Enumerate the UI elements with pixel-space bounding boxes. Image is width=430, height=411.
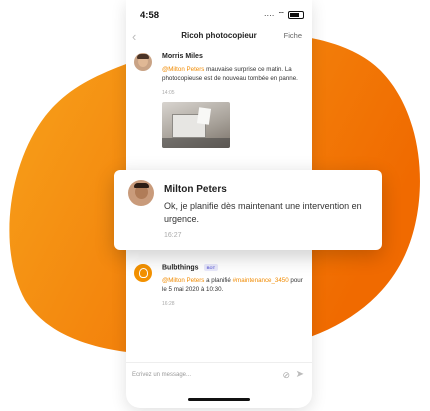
message-time: 16:27 xyxy=(164,232,182,239)
nav-bar: ‹ Ricoh photocopieur Fiche xyxy=(126,27,312,47)
attached-photo[interactable] xyxy=(162,102,230,148)
message-time: 16:28 xyxy=(162,301,175,308)
status-time: 4:58 xyxy=(140,10,160,21)
message-composer[interactable]: Ecrivez un message... ⊘ ➤ xyxy=(126,362,312,389)
message-text: @Milton Peters mauvaise surprise ce mati… xyxy=(162,66,298,82)
message-item: Bulbthings BOT @Milton Peters a planifié … xyxy=(134,264,306,324)
message-text: @Milton Peters a planifié #maintenance_3… xyxy=(162,277,303,294)
message-input[interactable]: Ecrivez un message... xyxy=(132,372,191,378)
paperclip-icon[interactable]: ⊘ xyxy=(282,370,290,381)
home-indicator xyxy=(188,398,250,401)
battery-icon xyxy=(288,11,304,19)
message-author: Milton Peters xyxy=(164,184,227,195)
avatar xyxy=(128,180,154,206)
signal-icon: ···· xyxy=(263,10,275,20)
message-author: Morris Miles xyxy=(162,53,203,60)
message-text: Ok, je planifie dès maintenant une inter… xyxy=(164,201,362,224)
avatar xyxy=(134,53,152,71)
status-bar: 4:58 ···· ⌔ xyxy=(126,0,312,26)
tag-link[interactable]: #maintenance_3450 xyxy=(233,277,289,284)
lightbulb-icon xyxy=(134,264,152,282)
message-author: Bulbthings BOT xyxy=(162,264,306,271)
status-icons: ···· ⌔ xyxy=(264,10,304,20)
fiche-link[interactable]: Fiche xyxy=(284,31,302,40)
message-time: 14:05 xyxy=(162,90,175,96)
message-item: Morris Miles @Milton Peters mauvaise sur… xyxy=(134,53,306,163)
highlighted-message-card: Milton Peters Ok, je planifie dès mainte… xyxy=(114,170,382,250)
wifi-icon: ⌔ xyxy=(277,10,285,19)
mention-link[interactable]: @Milton Peters xyxy=(162,277,204,284)
send-icon[interactable]: ➤ xyxy=(296,369,304,380)
mention-link[interactable]: @Milton Peters xyxy=(162,66,204,73)
bot-badge: BOT xyxy=(203,264,219,271)
